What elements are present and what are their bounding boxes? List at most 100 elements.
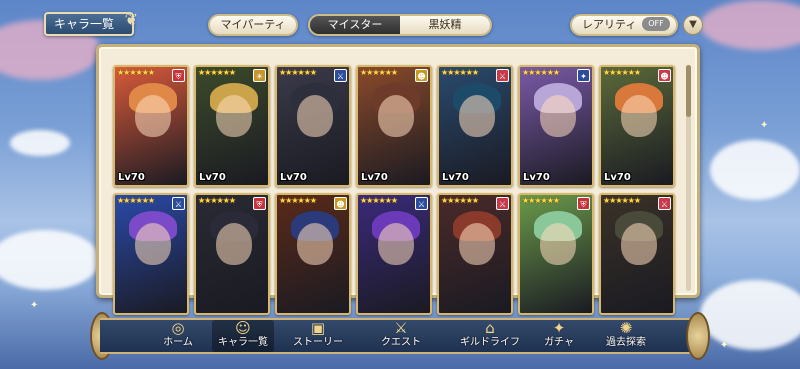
rarity-stars: ★★★★★★ (198, 196, 236, 205)
sky-cloud (700, 280, 800, 350)
gacha-icon: ✦ (552, 319, 566, 337)
nav-item-label: ギルドライフ (460, 337, 520, 348)
character-card[interactable]: ★★★★★★ ⚔ (437, 193, 513, 315)
sword-icon: ⚔ (496, 197, 509, 210)
nav-ornament-right (686, 312, 710, 360)
guild-icon: ⌂ (485, 319, 495, 337)
character-portrait-face (540, 95, 576, 137)
explore-icon: ✺ (619, 319, 633, 337)
rarity-stars: ★★★★★★ (522, 196, 560, 205)
nav-item-0[interactable]: ◎ ホーム (150, 320, 206, 352)
page-title-label: キャラ一覧 (54, 17, 115, 31)
tab-black-fairy[interactable]: 黒妖精 (400, 16, 490, 34)
characters-icon: ☺ (235, 319, 251, 337)
character-card[interactable]: ★★★★★★ ☻ (275, 193, 351, 315)
character-card[interactable]: ★★★★★★ ⛨ Lv70 (113, 65, 189, 187)
face-icon: ☻ (334, 197, 347, 210)
character-portrait-face (621, 95, 657, 137)
character-card[interactable]: ★★★★★★ ⚔ Lv70 (275, 65, 351, 187)
tab-black-fairy-label: 黒妖精 (428, 18, 462, 31)
rarity-stars: ★★★★★★ (117, 196, 155, 205)
character-level: Lv70 (523, 172, 550, 183)
character-level: Lv70 (280, 172, 307, 183)
nav-item-label: クエスト (381, 337, 421, 348)
scrollbar-thumb[interactable] (686, 65, 691, 117)
rarity-stars: ★★★★★★ (279, 196, 317, 205)
character-card[interactable]: ★★★★★★ ⚔ (356, 193, 432, 315)
rarity-stars: ★★★★★★ (279, 68, 317, 77)
shield-icon: ⛨ (172, 69, 185, 82)
character-portrait-face (540, 223, 576, 265)
sword-icon: ⚔ (658, 197, 671, 210)
sky-cloud (0, 230, 100, 290)
character-card[interactable]: ★★★★★★ ☀ Lv70 (194, 65, 270, 187)
ornament-icon: ❦ (124, 10, 138, 29)
list-scrollbar[interactable] (686, 65, 691, 291)
page-title: キャラ一覧 ❦ (44, 10, 138, 36)
nav-item-6[interactable]: ✺ 過去探索 (594, 320, 658, 352)
sky-cloud-pink (700, 0, 800, 50)
nav-item-2[interactable]: ▣ ストーリー (282, 320, 354, 352)
character-grid: ★★★★★★ ⛨ Lv70 ★★★★★★ ☀ Lv70 ★★★★★★ ⚔ Lv70 ★★★★★★ ☻… (113, 65, 681, 315)
rarity-stars: ★★★★★★ (360, 196, 398, 205)
face-icon: ☻ (415, 69, 428, 82)
nav-item-5[interactable]: ✦ ガチャ (534, 320, 584, 352)
spark-icon: ✦ (577, 69, 590, 82)
character-portrait-face (297, 223, 333, 265)
sky-cloud (10, 130, 70, 156)
shield-icon: ⛨ (253, 197, 266, 210)
star-sparkle: ✦ (720, 340, 729, 351)
character-portrait-face (216, 95, 252, 137)
star-sparkle: ✦ (760, 120, 769, 131)
nav-item-label: ホーム (163, 337, 193, 348)
nav-item-label: ストーリー (293, 337, 343, 348)
tab-meister[interactable]: マイスター (310, 16, 400, 34)
sword-icon: ⚔ (496, 69, 509, 82)
rarity-stars: ★★★★★★ (441, 68, 479, 77)
character-card[interactable]: ★★★★★★ ☻ Lv70 (356, 65, 432, 187)
rarity-stars: ★★★★★★ (603, 68, 641, 77)
nav-item-4[interactable]: ⌂ ギルドライフ (452, 320, 528, 352)
character-portrait-face (378, 95, 414, 137)
character-card[interactable]: ★★★★★★ ⛨ (518, 193, 594, 315)
character-list-panel: ★★★★★★ ⛨ Lv70 ★★★★★★ ☀ Lv70 ★★★★★★ ⚔ Lv70 ★★★★★★ ☻… (96, 44, 700, 315)
character-card[interactable]: ★★★★★★ ⚔ (113, 193, 189, 315)
character-card[interactable]: ★★★★★★ ☻ Lv70 (599, 65, 675, 187)
sky-cloud (710, 140, 800, 200)
character-level: Lv70 (442, 172, 469, 183)
rarity-label: レアリティ (582, 18, 637, 31)
tab-meister-label: マイスター (327, 18, 383, 31)
rarity-stars: ★★★★★★ (522, 68, 560, 77)
character-card[interactable]: ★★★★★★ ⛨ (194, 193, 270, 315)
sun-icon: ☀ (253, 69, 266, 82)
compass-icon: ◎ (171, 319, 185, 337)
nav-item-1[interactable]: ☺ キャラ一覧 (212, 320, 274, 352)
character-portrait-face (459, 223, 495, 265)
nav-item-label: キャラ一覧 (218, 337, 268, 348)
character-card[interactable]: ★★★★★★ ⚔ (599, 193, 675, 315)
rarity-stars: ★★★★★★ (198, 68, 236, 77)
chevron-down-icon: ▼ (689, 19, 697, 30)
shield-icon: ⛨ (577, 197, 590, 210)
sword-icon: ⚔ (334, 69, 347, 82)
character-portrait-face (459, 95, 495, 137)
character-portrait-face (135, 95, 171, 137)
sword-icon: ⚔ (172, 197, 185, 210)
rarity-stars: ★★★★★★ (603, 196, 641, 205)
character-card[interactable]: ★★★★★★ ⚔ Lv70 (437, 65, 513, 187)
character-level: Lv70 (604, 172, 631, 183)
rarity-toggle[interactable]: OFF (642, 17, 670, 31)
face-icon: ☻ (658, 69, 671, 82)
member-filter-tabs: マイスター 黒妖精 (308, 14, 492, 36)
character-card[interactable]: ★★★★★★ ✦ Lv70 (518, 65, 594, 187)
rarity-toggle-label: OFF (648, 19, 664, 28)
nav-item-3[interactable]: ⚔ クエスト (370, 320, 432, 352)
rarity-stars: ★★★★★★ (117, 68, 155, 77)
my-party-label: マイパーティ (220, 18, 286, 31)
my-party-button[interactable]: マイパーティ (208, 14, 298, 36)
character-portrait-face (297, 95, 333, 137)
quest-icon: ⚔ (394, 319, 408, 337)
character-portrait-face (621, 223, 657, 265)
sort-order-button[interactable]: ▼ (683, 15, 703, 35)
nav-item-label: ガチャ (544, 337, 574, 348)
